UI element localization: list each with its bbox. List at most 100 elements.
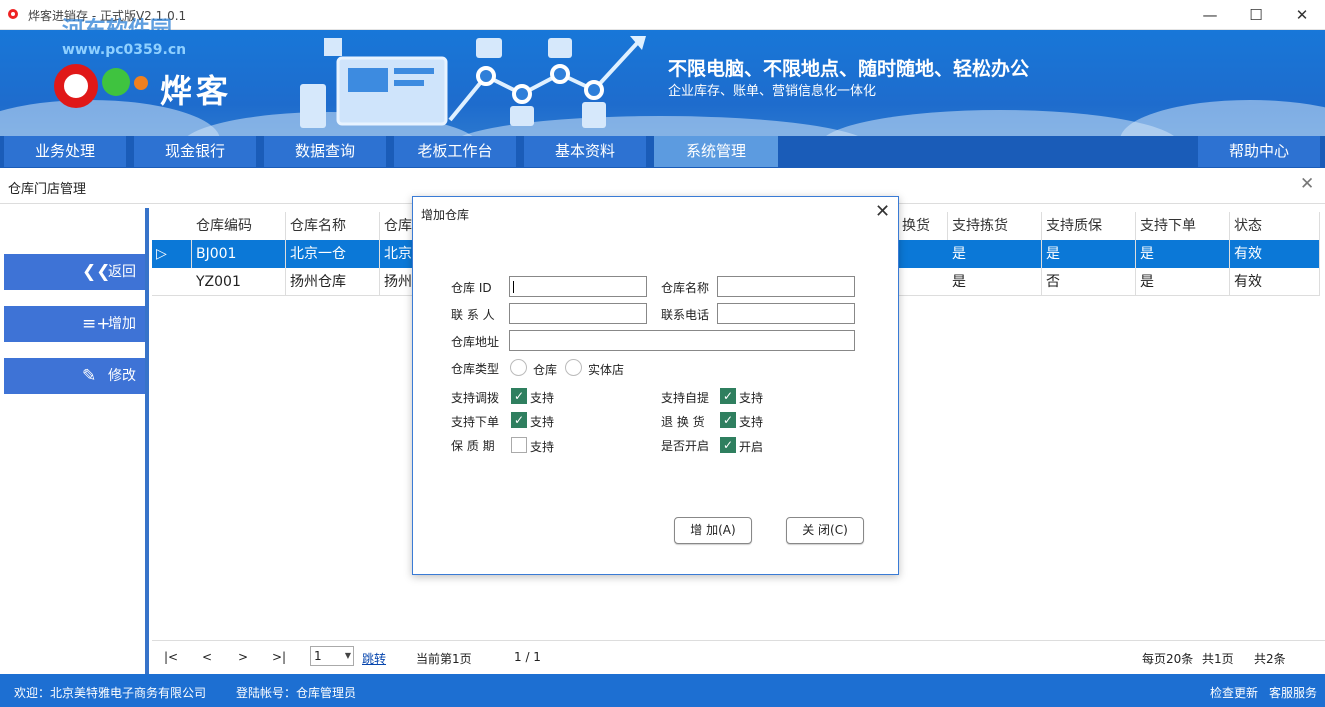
tab-data-query[interactable]: 数据查询 [264, 136, 386, 167]
order-check-text: 支持 [530, 415, 555, 429]
brand-logo-text: 烨客 [160, 72, 233, 110]
banner-illustration [300, 36, 646, 128]
page-title: 仓库门店管理 [8, 182, 87, 197]
cell-name: 扬州仓库 [286, 268, 380, 296]
phone-label: 联系电话 [661, 308, 710, 322]
enabled-checkbox[interactable]: ✓ [720, 437, 736, 453]
pencil-icon: ✎ [82, 366, 97, 386]
header-banner: www.pc0359.cn 烨客 不限电脑、不限地点、随时随地、轻松办公 企业库… [0, 30, 1325, 136]
back-arrow-icon: ❮❮ [82, 262, 111, 282]
action-sidebar: ❮❮ 返回 ≡+ 增加 ✎ 修改 [0, 208, 149, 674]
check-update-link[interactable]: 检查更新 [1210, 684, 1258, 701]
welcome-text: 欢迎：北京美特雅电子商务有限公司 [14, 686, 207, 700]
shelf-life-check-text: 支持 [530, 440, 555, 454]
address-label: 仓库地址 [451, 335, 500, 349]
enabled-check-text: 开启 [739, 440, 764, 454]
phone-input[interactable] [717, 303, 855, 324]
column-header[interactable]: 仓库编码 [192, 212, 286, 240]
close-page-icon[interactable]: ✕ [1300, 174, 1314, 194]
warehouse-id-label: 仓库 ID [451, 281, 492, 295]
column-header[interactable]: 支持下单 [1136, 212, 1230, 240]
cell-code: YZ001 [192, 268, 286, 296]
warehouse-name-input[interactable] [717, 276, 855, 297]
column-header[interactable]: 换货 [898, 212, 948, 240]
contact-input[interactable] [509, 303, 647, 324]
column-header[interactable]: 仓库名称 [286, 212, 380, 240]
add-list-icon: ≡+ [82, 314, 111, 334]
warehouse-name-label: 仓库名称 [661, 281, 710, 295]
dialog-close-icon[interactable]: ✕ [875, 201, 890, 222]
tab-basic-data[interactable]: 基本资料 [524, 136, 646, 167]
type-radio-store[interactable] [565, 359, 582, 376]
add-warehouse-dialog: 增加仓库 ✕ 仓库 ID 仓库名称 联 系 人 联系电话 仓库地址 仓库类型 仓… [412, 196, 899, 575]
cell-warranty: 是 [1042, 240, 1136, 268]
chevron-down-icon: ▼ [344, 651, 351, 660]
back-label: 返回 [108, 264, 136, 280]
title-bar: 烨客进销存 - 正式版V2.1.0.1 河东软件园 — ☐ ✕ [0, 0, 1325, 43]
return-check-text: 支持 [739, 415, 764, 429]
main-nav: 业务处理 现金银行 数据查询 老板工作台 基本资料 系统管理 帮助中心 [0, 136, 1325, 168]
order-label: 支持下单 [451, 415, 500, 429]
tab-boss-desk[interactable]: 老板工作台 [394, 136, 516, 167]
current-page-text: 当前第1页 [416, 652, 472, 666]
tab-help-center[interactable]: 帮助中心 [1198, 136, 1320, 167]
per-page-text: 每页20条 [1142, 652, 1194, 666]
jump-link[interactable]: 跳转 [362, 650, 386, 667]
cell-status: 有效 [1230, 268, 1320, 296]
minimize-icon[interactable]: — [1187, 0, 1233, 30]
maximize-icon[interactable]: ☐ [1233, 0, 1279, 30]
status-bar: 欢迎：北京美特雅电子商务有限公司 登陆帐号：仓库管理员 检查更新 客服服务 [0, 674, 1325, 707]
text-cursor [513, 280, 514, 293]
close-icon[interactable]: ✕ [1279, 0, 1325, 30]
shelf-life-checkbox[interactable] [511, 437, 527, 453]
tab-system-management[interactable]: 系统管理 [654, 136, 778, 167]
order-checkbox[interactable]: ✓ [511, 412, 527, 428]
cell-name: 北京一仓 [286, 240, 380, 268]
last-page-button[interactable]: >| [272, 650, 286, 664]
type-option-store: 实体店 [588, 363, 625, 377]
add-button[interactable]: ≡+ 增加 [4, 306, 145, 342]
prev-page-button[interactable]: < [202, 650, 212, 664]
dialog-add-button[interactable]: 增 加(A) [674, 517, 752, 544]
cell-status: 有效 [1230, 240, 1320, 268]
column-header[interactable]: 状态 [1230, 212, 1320, 240]
logo-green-circle [102, 68, 130, 96]
row-indicator-icon: ▷ [152, 240, 192, 268]
logo-orange-circle [134, 76, 148, 90]
pagination-bar: |< < > >| 1 ▼ 跳转 当前第1页 1 / 1 每页20条 共1页 共… [152, 640, 1325, 673]
cell-warranty: 否 [1042, 268, 1136, 296]
column-header[interactable]: 支持拣货 [948, 212, 1042, 240]
transfer-checkbox[interactable]: ✓ [511, 388, 527, 404]
next-page-button[interactable]: > [238, 650, 248, 664]
app-icon [8, 9, 18, 19]
tab-cash-bank[interactable]: 现金银行 [134, 136, 256, 167]
add-label: 增加 [108, 316, 136, 332]
customer-service-link[interactable]: 客服服务 [1269, 684, 1317, 701]
dialog-close-button[interactable]: 关 闭(C) [786, 517, 864, 544]
address-input[interactable] [509, 330, 855, 351]
type-option-warehouse: 仓库 [533, 363, 558, 377]
tab-business[interactable]: 业务处理 [4, 136, 126, 167]
return-label: 退 换 货 [661, 415, 705, 429]
page-select-value: 1 [314, 649, 322, 663]
banner-subtitle: 企业库存、账单、营销信息化一体化 [668, 84, 877, 99]
edit-button[interactable]: ✎ 修改 [4, 358, 145, 394]
shelf-life-label: 保 质 期 [451, 439, 495, 453]
pickup-check-text: 支持 [739, 391, 764, 405]
contact-label: 联 系 人 [451, 308, 495, 322]
page-select[interactable]: 1 ▼ [310, 646, 354, 666]
type-radio-warehouse[interactable] [510, 359, 527, 376]
warehouse-id-input[interactable] [509, 276, 647, 297]
account-text: 登陆帐号：仓库管理员 [236, 686, 357, 700]
pickup-checkbox[interactable]: ✓ [720, 388, 736, 404]
banner-slogan: 不限电脑、不限地点、随时随地、轻松办公 [668, 58, 1030, 80]
column-header[interactable]: 支持质保 [1042, 212, 1136, 240]
cell-code: BJ001 [192, 240, 286, 268]
cell-pick: 是 [948, 268, 1042, 296]
cell-order: 是 [1136, 240, 1230, 268]
first-page-button[interactable]: |< [164, 650, 178, 664]
return-checkbox[interactable]: ✓ [720, 412, 736, 428]
pickup-label: 支持自提 [661, 391, 710, 405]
logo-red-circle [54, 64, 98, 108]
back-button[interactable]: ❮❮ 返回 [4, 254, 145, 290]
